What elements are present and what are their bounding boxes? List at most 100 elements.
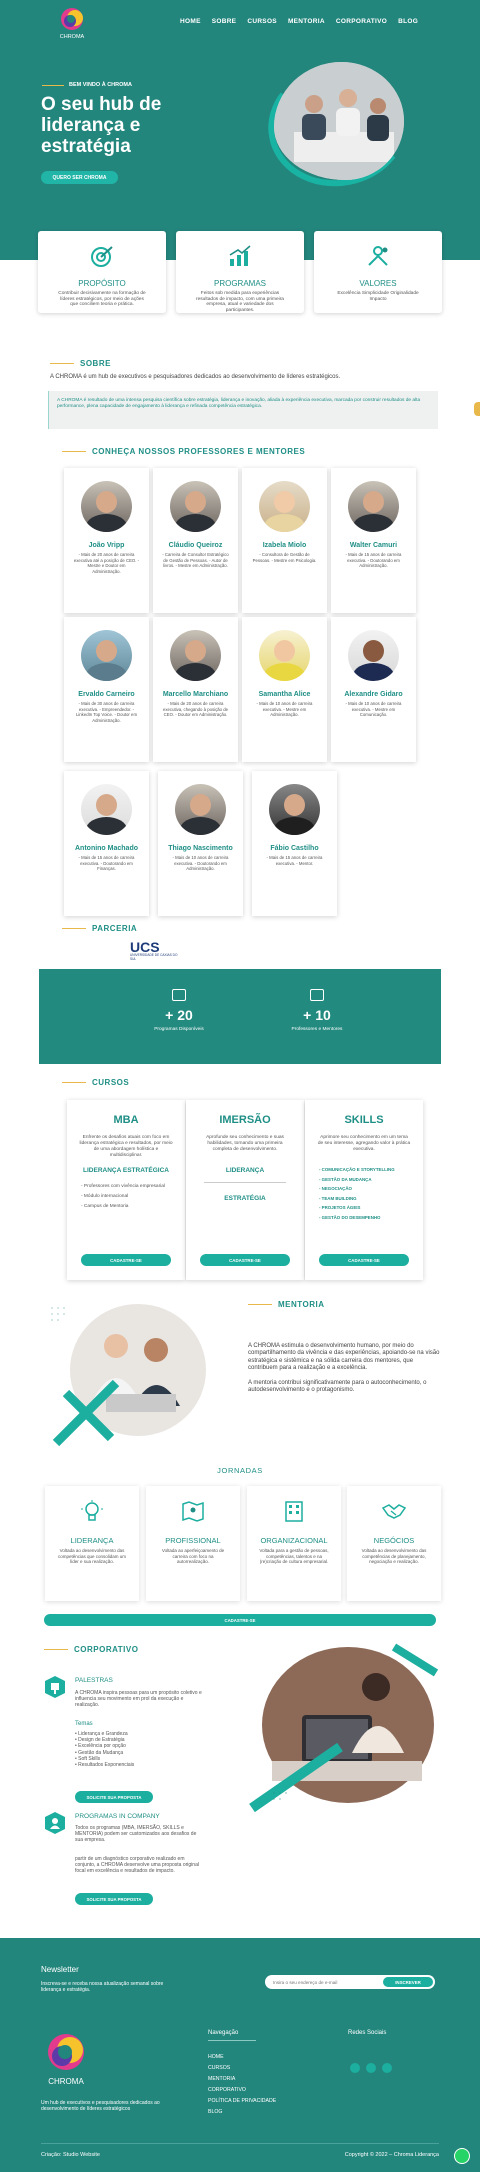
professor-photo [269, 784, 320, 835]
footer-divider [208, 2040, 256, 2041]
footer-link-home[interactable]: HOME [208, 2054, 276, 2060]
footer-nav-title: Navegação [208, 2030, 239, 2036]
course-title: SKILLS [344, 1114, 384, 1126]
professor-name: Cláudio Queiroz [168, 542, 223, 549]
professor-card[interactable]: Antonino Machado - Mais de 15 anos de car… [64, 771, 149, 916]
heading-line [50, 363, 74, 364]
linkedin-icon[interactable] [382, 2063, 392, 2073]
tema-item: • Resultados Exponenciais [75, 1762, 135, 1769]
chroma-logo[interactable]: CHROMA [54, 6, 90, 40]
programas-desc: Todos os programas (MBA, IMERSÃO, SKILLS… [75, 1825, 197, 1844]
professor-photo [170, 481, 221, 532]
professor-name: Fábio Castilho [270, 845, 319, 852]
journey-title: NEGÓCIOS [373, 1536, 415, 1545]
nav-blog[interactable]: BLOG [398, 18, 418, 25]
professor-photo [81, 784, 132, 835]
professor-bio: - Consultora de Gestão de Pessoas. - Mes… [252, 552, 317, 563]
hero-cta-button[interactable]: QUERO SER CHROMA [41, 171, 118, 184]
journey-signup-button[interactable]: CADASTRE-SE [44, 1614, 436, 1626]
professor-card[interactable]: Alexandre Gidaro - Mais de 10 anos de car… [331, 617, 416, 762]
newsletter-desc: Inscreva-se e receba nossa atualização s… [41, 1981, 164, 1994]
course-signup-button[interactable]: CADASTRE-SE [200, 1254, 290, 1266]
social-icons [350, 2063, 392, 2073]
feature-card-valores: VALORES Excelência Simplicidade Original… [314, 231, 442, 313]
svg-text:CHROMA: CHROMA [48, 2077, 84, 2086]
course-bullet: - Professores com vivência empresarial [81, 1184, 165, 1189]
footer-chroma-logo[interactable]: CHROMA [42, 2032, 90, 2086]
hero-section: CHROMA HOME SOBRE CURSOS MENTORIA CORPOR… [0, 0, 480, 260]
subscribe-button[interactable]: INSCREVER [383, 1977, 433, 1987]
professor-name: Alexandre Gidaro [344, 691, 403, 698]
nav-cursos[interactable]: CURSOS [247, 18, 277, 25]
professor-photo [259, 481, 310, 532]
professor-card[interactable]: Thiago Nascimento - Mais de 10 anos de ca… [158, 771, 243, 916]
course-signup-button[interactable]: CADASTRE-SE [81, 1254, 171, 1266]
professor-bio: - Mais de 15 anos de carreira executiva.… [345, 552, 402, 569]
footer-link-mentoria[interactable]: MENTORIA [208, 2076, 276, 2082]
professor-name: Samantha Alice [258, 691, 311, 698]
feature-card-proposito: PROPÓSITO Contribuir decisivamente na fo… [38, 231, 166, 313]
footer-links: HOME CURSOS MENTORIA CORPORATIVO POLÍTIC… [208, 2054, 276, 2120]
ucs-partner-logo[interactable]: UCS UNIVERSIDADE DE CAXIAS DO SUL [130, 940, 180, 962]
skill-item: - GESTÃO DA MUDANÇA [319, 1176, 372, 1182]
professor-card[interactable]: João Vripp - Mais de 20 anos de carreira … [64, 468, 149, 613]
stat-programas: + 20 Programas Disponíveis [119, 989, 239, 1032]
professor-card[interactable]: Cláudio Queiroz - Carreira de Consultor E… [153, 468, 238, 613]
course-signup-button[interactable]: CADASTRE-SE [319, 1254, 409, 1266]
course-desc: Enfrente os desafios atuais com foco em … [79, 1135, 173, 1158]
svg-text:CHROMA: CHROMA [60, 34, 85, 40]
palestras-proposal-button[interactable]: SOLICITE SUA PROPOSTA [75, 1791, 153, 1803]
professor-bio: - Mais de 30 anos de carreira executiva.… [75, 701, 138, 723]
professor-card[interactable]: Samantha Alice - Mais de 10 anos de carre… [242, 617, 327, 762]
professor-name: Thiago Nascimento [168, 845, 233, 852]
programas-title: PROGRAMAS IN COMPANY [75, 1813, 160, 1820]
professor-photo [81, 481, 132, 532]
nav-corporativo[interactable]: CORPORATIVO [336, 18, 387, 25]
hero-kicker: BEM VINDO À CHROMA [42, 82, 132, 88]
stats-banner: + 20 Programas Disponíveis + 10 Professore… [39, 969, 441, 1064]
footer-link-blog[interactable]: BLOG [208, 2109, 276, 2115]
footer-link-corporativo[interactable]: CORPORATIVO [208, 2087, 276, 2093]
professor-name: Antonino Machado [75, 845, 138, 852]
journey-desc: Voltada ao desenvolvimento das competênc… [57, 1548, 127, 1565]
email-input[interactable] [273, 1977, 373, 1987]
mentoria-paragraph: A mentoria contribui significativamente … [248, 1380, 427, 1394]
hero-title: O seu hub de liderança e estratégia [41, 94, 162, 157]
professor-bio: - Mais de 10 anos de carreira executiva.… [345, 701, 402, 718]
journey-card-profissional: PROFISSIONAL Voltada ao aperfeiçoamento … [146, 1486, 240, 1601]
facebook-icon[interactable] [350, 2063, 360, 2073]
programas-proposal-button[interactable]: SOLICITE SUA PROPOSTA [75, 1893, 153, 1905]
handshake-icon [382, 1504, 406, 1519]
course-bullet: - Campus de Mentoria [81, 1204, 129, 1209]
nav-sobre[interactable]: SOBRE [212, 18, 237, 25]
professor-card[interactable]: Walter Camuri - Mais de 15 anos de carrei… [331, 468, 416, 613]
professor-card[interactable]: Marcello Marchiano - Mais de 20 anos de c… [153, 617, 238, 762]
footer-link-privacidade[interactable]: POLÍTICA DE PRIVACIDADE [208, 2098, 276, 2104]
target-icon [91, 246, 113, 267]
whatsapp-icon[interactable] [454, 2148, 470, 2164]
journey-desc: Voltada para a gestão de pessoas, compet… [259, 1548, 329, 1565]
journey-desc: Voltada ao desenvolvimento das competênc… [361, 1548, 427, 1565]
heading-line [62, 1082, 86, 1083]
professor-card[interactable]: Izabela Miolo - Consultora de Gestão de P… [242, 468, 327, 613]
values-icon [368, 246, 388, 266]
footer-credit: Criação: Studio Website [41, 2152, 100, 2158]
course-title: IMERSÃO [219, 1114, 271, 1126]
footer-link-cursos[interactable]: CURSOS [208, 2065, 276, 2071]
instagram-icon[interactable] [366, 2063, 376, 2073]
professor-name: João Vripp [88, 542, 125, 549]
journey-card-negocios: NEGÓCIOS Voltada ao desenvolvimento das … [347, 1486, 441, 1601]
palestras-title: PALESTRAS [75, 1677, 113, 1684]
section-heading-cursos: CURSOS [62, 1078, 129, 1087]
side-tab-handle[interactable] [474, 402, 480, 416]
professor-card[interactable]: Fábio Castilho - Mais de 15 anos de carre… [252, 771, 337, 916]
programas-desc-2: partir de um diagnóstico corporativo rea… [75, 1856, 199, 1875]
teacher-icon [310, 989, 324, 1001]
course-highlight: LIDERANÇA [204, 1167, 286, 1183]
section-heading-professores: CONHEÇA NOSSOS PROFESSORES E MENTORES [62, 447, 305, 456]
professor-bio: - Mais de 10 anos de carreira executiva.… [256, 701, 313, 718]
nav-home[interactable]: HOME [180, 18, 201, 25]
professor-card[interactable]: Ervaldo Carneiro - Mais de 30 anos de car… [64, 617, 149, 762]
main-nav: HOME SOBRE CURSOS MENTORIA CORPORATIVO B… [180, 18, 418, 25]
nav-mentoria[interactable]: MENTORIA [288, 18, 325, 25]
